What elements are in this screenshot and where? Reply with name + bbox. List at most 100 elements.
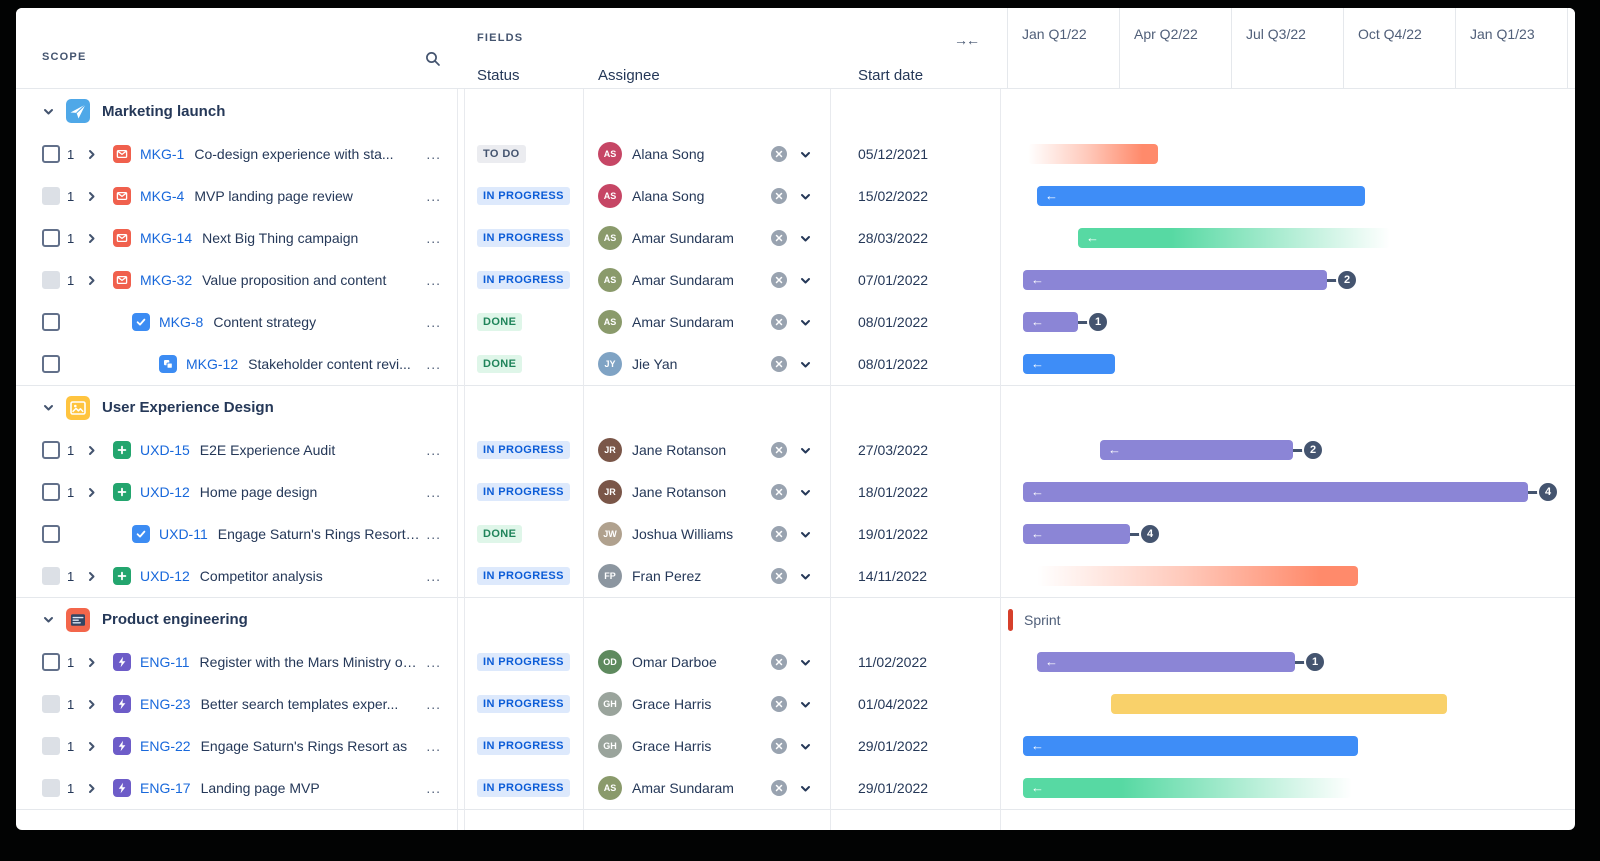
dependency-badge[interactable]: 2 [1336,269,1358,291]
chevron-down-icon[interactable] [799,782,812,795]
more-menu-icon[interactable]: ... [426,356,441,372]
row-checkbox[interactable] [42,271,60,289]
more-menu-icon[interactable]: ... [426,188,441,204]
more-menu-icon[interactable]: ... [426,780,441,796]
row-checkbox[interactable] [42,187,60,205]
more-menu-icon[interactable]: ... [426,738,441,754]
search-icon[interactable] [425,51,441,72]
chevron-right-icon[interactable] [85,740,101,753]
start-date-cell[interactable]: 08/01/2022 [830,301,1000,343]
start-date-cell[interactable]: 08/01/2022 [830,343,1000,385]
remove-assignee-icon[interactable] [771,442,787,458]
remove-assignee-icon[interactable] [771,738,787,754]
chevron-right-icon[interactable] [85,698,101,711]
issue-key[interactable]: ENG-17 [140,780,191,796]
status-badge[interactable]: DONE [477,355,522,373]
dependency-badge[interactable]: 4 [1139,523,1161,545]
chevron-down-icon[interactable] [42,613,55,626]
more-menu-icon[interactable]: ... [426,484,441,500]
chevron-down-icon[interactable] [799,444,812,457]
chevron-right-icon[interactable] [85,148,101,161]
gantt-bar[interactable]: ← [1023,524,1130,544]
chevron-down-icon[interactable] [799,528,812,541]
chevron-right-icon[interactable] [85,782,101,795]
chevron-down-icon[interactable] [799,486,812,499]
table-row[interactable]: 1MKG-14Next Big Thing campaign...IN PROG… [16,217,1575,259]
more-menu-icon[interactable]: ... [426,442,441,458]
row-checkbox[interactable] [42,653,60,671]
status-badge[interactable]: IN PROGRESS [477,567,570,585]
remove-assignee-icon[interactable] [771,188,787,204]
remove-assignee-icon[interactable] [771,314,787,330]
row-checkbox[interactable] [42,313,60,331]
table-row[interactable]: 1ENG-11Register with the Mars Ministry o… [16,641,1575,683]
chevron-down-icon[interactable] [42,105,55,118]
chevron-down-icon[interactable] [799,698,812,711]
more-menu-icon[interactable]: ... [426,568,441,584]
issue-key[interactable]: ENG-23 [140,696,191,712]
gantt-bar[interactable]: ← [1023,778,1352,798]
remove-assignee-icon[interactable] [771,696,787,712]
chevron-right-icon[interactable] [85,656,101,669]
gantt-bar[interactable] [1028,144,1158,164]
dependency-badge[interactable]: 1 [1087,311,1109,333]
remove-assignee-icon[interactable] [771,356,787,372]
table-row[interactable]: 1ENG-17Landing page MVP...IN PROGRESSASA… [16,767,1575,809]
chevron-down-icon[interactable] [799,656,812,669]
start-date-cell[interactable]: 14/11/2022 [830,555,1000,597]
gantt-bar[interactable]: ← [1023,312,1078,332]
status-badge[interactable]: IN PROGRESS [477,695,570,713]
chevron-right-icon[interactable] [85,570,101,583]
start-date-cell[interactable]: 28/03/2022 [830,217,1000,259]
row-checkbox[interactable] [42,695,60,713]
chevron-right-icon[interactable] [85,274,101,287]
status-badge[interactable]: IN PROGRESS [477,187,570,205]
gantt-bar[interactable]: ← [1023,354,1115,374]
chevron-down-icon[interactable] [799,190,812,203]
chevron-down-icon[interactable] [799,316,812,329]
row-checkbox[interactable] [42,737,60,755]
more-menu-icon[interactable]: ... [426,272,441,288]
table-row[interactable]: 1UXD-12Home page design...IN PROGRESSJRJ… [16,471,1575,513]
more-menu-icon[interactable]: ... [426,654,441,670]
status-badge[interactable]: IN PROGRESS [477,737,570,755]
table-row[interactable]: 1ENG-22Engage Saturn's Rings Resort as..… [16,725,1575,767]
issue-key[interactable]: ENG-22 [140,738,191,754]
status-badge[interactable]: IN PROGRESS [477,271,570,289]
gantt-bar[interactable] [1037,566,1358,586]
table-row[interactable]: MKG-12Stakeholder content revi......DONE… [16,343,1575,385]
remove-assignee-icon[interactable] [771,146,787,162]
remove-assignee-icon[interactable] [771,526,787,542]
issue-key[interactable]: ENG-11 [140,654,190,670]
row-checkbox[interactable] [42,525,60,543]
row-checkbox[interactable] [42,441,60,459]
more-menu-icon[interactable]: ... [426,230,441,246]
chevron-down-icon[interactable] [799,570,812,583]
more-menu-icon[interactable]: ... [426,526,441,542]
more-menu-icon[interactable]: ... [426,696,441,712]
chevron-right-icon[interactable] [85,444,101,457]
gantt-bar[interactable]: ← [1078,228,1390,248]
more-menu-icon[interactable]: ... [426,146,441,162]
collapse-columns-icon[interactable]: →← [954,32,978,48]
issue-key[interactable]: MKG-4 [140,188,184,204]
dependency-badge[interactable]: 1 [1304,651,1326,673]
chevron-down-icon[interactable] [799,274,812,287]
start-date-cell[interactable]: 05/12/2021 [830,133,1000,175]
row-checkbox[interactable] [42,779,60,797]
issue-key[interactable]: MKG-1 [140,146,184,162]
start-date-cell[interactable]: 29/01/2022 [830,725,1000,767]
status-badge[interactable]: TO DO [477,145,526,163]
gantt-bar[interactable]: ← [1023,270,1327,290]
remove-assignee-icon[interactable] [771,780,787,796]
status-badge[interactable]: IN PROGRESS [477,229,570,247]
table-row[interactable]: MKG-8Content strategy...DONEASAmar Sunda… [16,301,1575,343]
status-badge[interactable]: IN PROGRESS [477,441,570,459]
gantt-bar[interactable]: ← [1023,482,1528,502]
remove-assignee-icon[interactable] [771,272,787,288]
table-row[interactable]: 1MKG-32Value proposition and content...I… [16,259,1575,301]
status-badge[interactable]: IN PROGRESS [477,653,570,671]
chevron-right-icon[interactable] [85,190,101,203]
start-date-cell[interactable]: 18/01/2022 [830,471,1000,513]
row-checkbox[interactable] [42,145,60,163]
